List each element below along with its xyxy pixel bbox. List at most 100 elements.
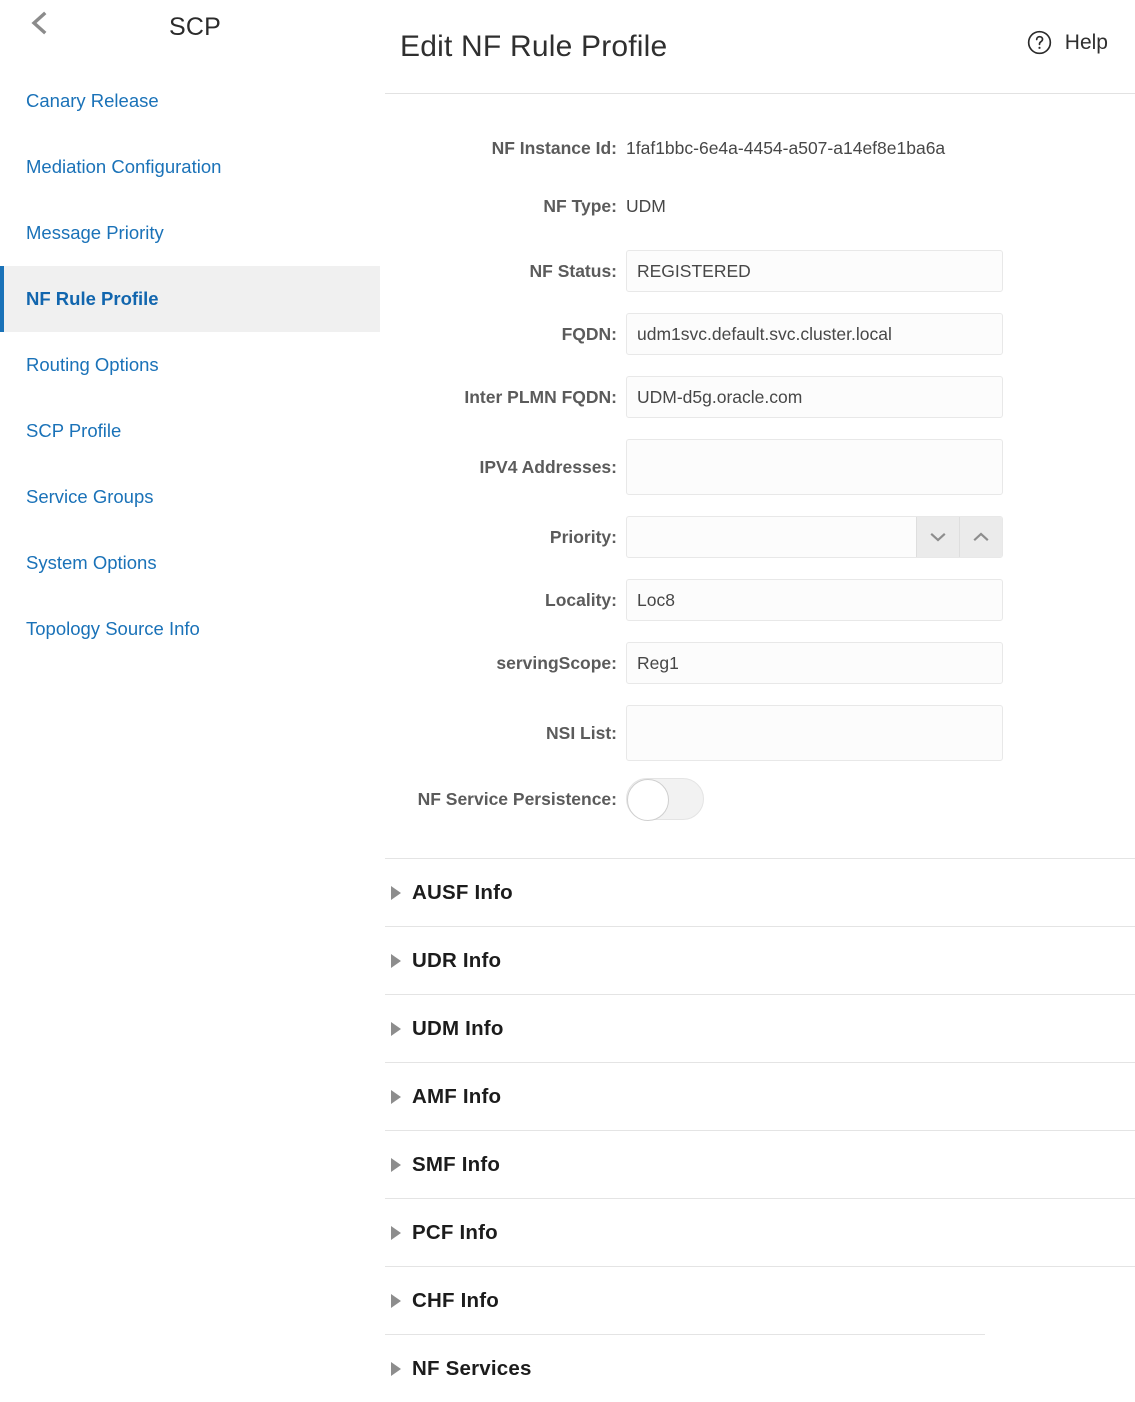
- nf-type-value: UDM: [626, 196, 666, 216]
- accordion-header[interactable]: AMF Info: [385, 1063, 1135, 1130]
- field-nf-type: NF Type: UDM: [380, 196, 1135, 216]
- sidebar-nav: Canary Release Mediation Configuration M…: [0, 68, 380, 662]
- field-fqdn: FQDN: udm1svc.default.svc.cluster.local: [380, 313, 1135, 355]
- content-header: Edit NF Rule Profile Help: [380, 0, 1135, 94]
- field-nf-instance-id: NF Instance Id: 1faf1bbc-6e4a-4454-a507-…: [380, 138, 1135, 158]
- field-label: IPV4 Addresses:: [479, 457, 617, 477]
- accordion-pcf-info: PCF Info: [385, 1198, 1135, 1266]
- field-inter-plmn-fqdn: Inter PLMN FQDN: UDM-d5g.oracle.com: [380, 376, 1135, 418]
- sidebar-header: SCP: [0, 0, 380, 54]
- triangle-right-icon: [391, 885, 401, 900]
- accordion-chf-info: CHF Info: [385, 1266, 1135, 1334]
- accordion-title: AMF Info: [412, 1084, 502, 1108]
- chevron-up-icon[interactable]: [959, 517, 1002, 557]
- priority-input[interactable]: [627, 517, 916, 557]
- accordion-title: AUSF Info: [412, 880, 513, 904]
- triangle-right-icon: [391, 1157, 401, 1172]
- app-root: SCP Canary Release Mediation Configurati…: [0, 0, 1135, 1380]
- accordion-title: NF Services: [412, 1356, 532, 1380]
- inter-plmn-fqdn-input[interactable]: UDM-d5g.oracle.com: [626, 376, 1003, 418]
- sidebar-item-label: Canary Release: [26, 90, 159, 111]
- locality-input[interactable]: Loc8: [626, 579, 1003, 621]
- accordion-list: AUSF Info UDR Info UDM Info AMF Info SMF…: [380, 858, 1135, 1402]
- sidebar-item-label: Topology Source Info: [26, 618, 200, 639]
- sidebar-item-canary-release[interactable]: Canary Release: [0, 68, 380, 134]
- accordion-title: UDM Info: [412, 1016, 504, 1040]
- field-nf-service-persistence: NF Service Persistence:: [380, 778, 1135, 821]
- sidebar-item-nf-rule-profile[interactable]: NF Rule Profile: [0, 266, 380, 332]
- field-ipv4-addresses: IPV4 Addresses:: [380, 439, 1135, 495]
- field-locality: Locality: Loc8: [380, 579, 1135, 621]
- ipv4-addresses-input[interactable]: [626, 439, 1003, 495]
- field-label: Inter PLMN FQDN:: [464, 387, 617, 407]
- accordion-title: PCF Info: [412, 1220, 498, 1244]
- serving-scope-input[interactable]: Reg1: [626, 642, 1003, 684]
- help-label: Help: [1064, 30, 1108, 54]
- sidebar-item-system-options[interactable]: System Options: [0, 530, 380, 596]
- sidebar-item-label: System Options: [26, 552, 157, 573]
- sidebar: SCP Canary Release Mediation Configurati…: [0, 0, 380, 1375]
- page-title: Edit NF Rule Profile: [400, 30, 668, 63]
- sidebar-item-label: NF Rule Profile: [26, 288, 159, 309]
- triangle-right-icon: [391, 1293, 401, 1308]
- accordion-header[interactable]: AUSF Info: [385, 859, 1135, 926]
- sidebar-item-label: SCP Profile: [26, 420, 122, 441]
- help-button[interactable]: Help: [1027, 30, 1108, 55]
- sidebar-item-mediation-configuration[interactable]: Mediation Configuration: [0, 134, 380, 200]
- field-nf-status: NF Status: REGISTERED: [380, 250, 1135, 292]
- accordion-header[interactable]: UDR Info: [385, 927, 1135, 994]
- field-serving-scope: servingScope: Reg1: [380, 642, 1135, 684]
- sidebar-item-label: Mediation Configuration: [26, 156, 222, 177]
- accordion-amf-info: AMF Info: [385, 1062, 1135, 1130]
- field-label: Locality:: [545, 590, 617, 610]
- field-label: FQDN:: [561, 324, 617, 344]
- accordion-title: SMF Info: [412, 1152, 501, 1176]
- triangle-right-icon: [391, 1361, 401, 1376]
- accordion-header[interactable]: UDM Info: [385, 995, 1135, 1062]
- chevron-left-icon[interactable]: [22, 6, 56, 40]
- accordion-smf-info: SMF Info: [385, 1130, 1135, 1198]
- accordion-header[interactable]: NF Services: [385, 1335, 1135, 1402]
- sidebar-item-label: Message Priority: [26, 222, 164, 243]
- sidebar-item-label: Routing Options: [26, 354, 159, 375]
- nsi-list-input[interactable]: [626, 705, 1003, 761]
- field-priority: Priority:: [380, 516, 1135, 558]
- triangle-right-icon: [391, 953, 401, 968]
- field-label: NF Type:: [543, 196, 617, 216]
- accordion-title: CHF Info: [412, 1288, 499, 1312]
- triangle-right-icon: [391, 1021, 401, 1036]
- field-label: Priority:: [549, 527, 617, 547]
- toggle-knob: [627, 779, 669, 821]
- sidebar-title: SCP: [168, 12, 221, 41]
- nf-rule-profile-form: NF Instance Id: 1faf1bbc-6e4a-4454-a507-…: [380, 94, 1135, 821]
- header-divider: [385, 93, 1135, 94]
- sidebar-item-message-priority[interactable]: Message Priority: [0, 200, 380, 266]
- sidebar-item-routing-options[interactable]: Routing Options: [0, 332, 380, 398]
- nf-status-input[interactable]: REGISTERED: [626, 250, 1003, 292]
- field-label: NSI List:: [546, 723, 617, 743]
- sidebar-item-service-groups[interactable]: Service Groups: [0, 464, 380, 530]
- sidebar-item-scp-profile[interactable]: SCP Profile: [0, 398, 380, 464]
- accordion-header[interactable]: PCF Info: [385, 1199, 1135, 1266]
- chevron-down-icon[interactable]: [916, 517, 959, 557]
- field-label: NF Service Persistence:: [417, 789, 617, 809]
- accordion-header[interactable]: SMF Info: [385, 1131, 1135, 1198]
- sidebar-item-label: Service Groups: [26, 486, 154, 507]
- fqdn-input[interactable]: udm1svc.default.svc.cluster.local: [626, 313, 1003, 355]
- accordion-udm-info: UDM Info: [385, 994, 1135, 1062]
- sidebar-item-topology-source-info[interactable]: Topology Source Info: [0, 596, 380, 662]
- accordion-header[interactable]: CHF Info: [385, 1267, 1135, 1334]
- field-label: NF Instance Id:: [491, 138, 617, 158]
- accordion-title: UDR Info: [412, 948, 502, 972]
- field-nsi-list: NSI List:: [380, 705, 1135, 761]
- accordion-nf-services: NF Services: [385, 1334, 1135, 1402]
- triangle-right-icon: [391, 1089, 401, 1104]
- field-label: NF Status:: [529, 261, 618, 281]
- nf-instance-id-value: 1faf1bbc-6e4a-4454-a507-a14ef8e1ba6a: [626, 138, 946, 158]
- priority-stepper: [626, 516, 1003, 558]
- nf-service-persistence-toggle[interactable]: [626, 778, 704, 821]
- field-label: servingScope:: [496, 653, 617, 673]
- triangle-right-icon: [391, 1225, 401, 1240]
- content-panel: Edit NF Rule Profile Help NF Instance Id…: [380, 0, 1135, 1380]
- accordion-ausf-info: AUSF Info: [385, 858, 1135, 926]
